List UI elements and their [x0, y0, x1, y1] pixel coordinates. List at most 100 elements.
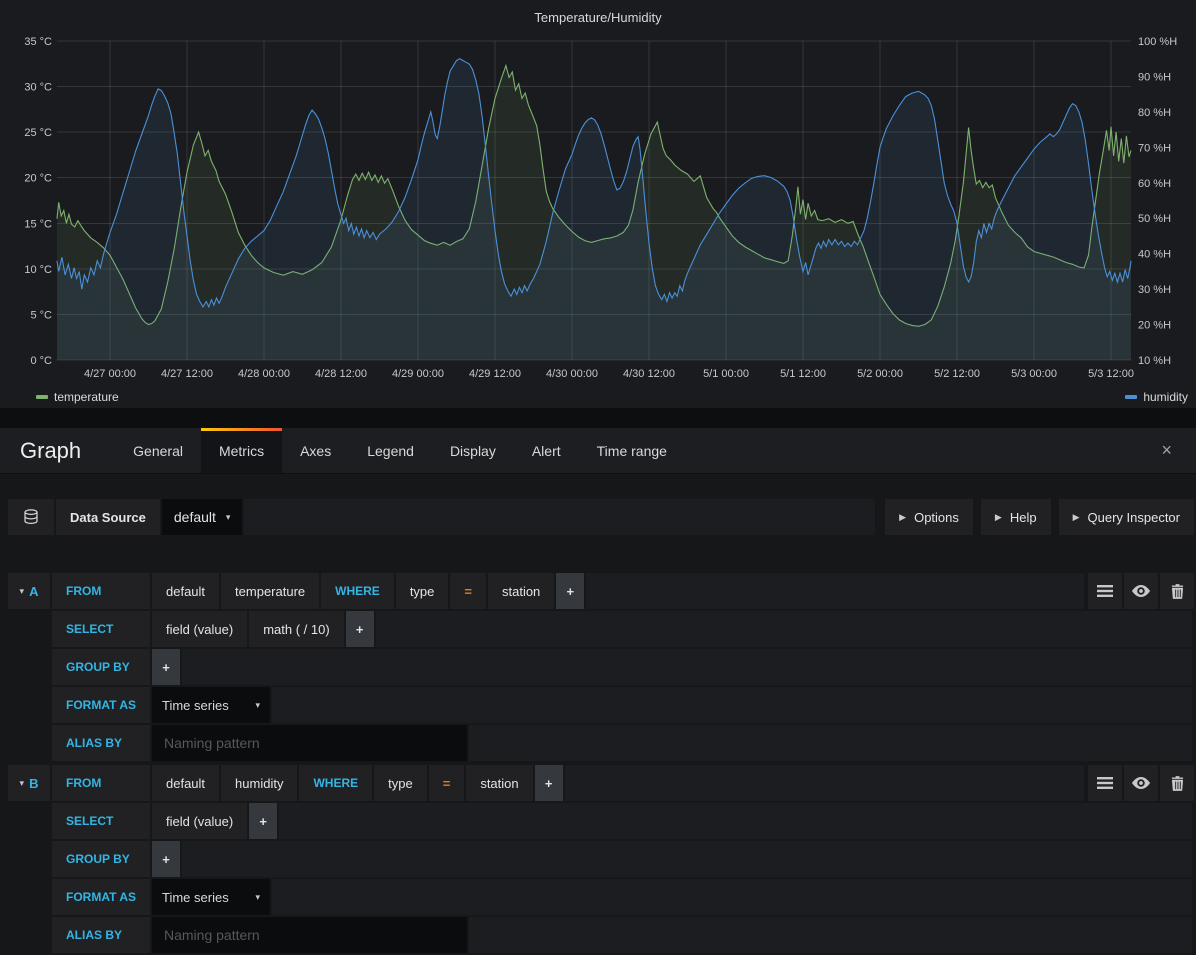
format-as-label: FORMAT AS: [52, 879, 150, 915]
select-segment-1[interactable]: math ( / 10): [249, 611, 343, 647]
y-right-tick-label: 30 %H: [1138, 284, 1171, 296]
group-by-label: GROUP BY: [52, 649, 150, 685]
legend-item-humidity[interactable]: humidity: [1125, 390, 1188, 404]
row-indent: [8, 611, 50, 647]
y-left-tick-label: 30 °C: [24, 82, 52, 94]
alias-by-input[interactable]: [152, 917, 467, 953]
format-as-label: FORMAT AS: [52, 687, 150, 723]
where-operator-segment[interactable]: =: [429, 765, 465, 801]
row-indent: [8, 649, 50, 685]
query-A-groupby-row: GROUP BY+: [8, 649, 1194, 685]
query-delete-button[interactable]: [1160, 765, 1194, 801]
query-A: ▾AFROMdefaulttemperatureWHEREtype=statio…: [8, 573, 1194, 761]
query-toggle-visibility-button[interactable]: [1124, 765, 1158, 801]
query-toggle-visibility-button[interactable]: [1124, 573, 1158, 609]
y-right-tick-label: 70 %H: [1138, 142, 1171, 154]
datasource-row: Data Source default ▾ ▶Options▶Help▶Quer…: [8, 499, 1194, 535]
query-ref-letter: A: [29, 584, 38, 599]
row-indent: [8, 841, 50, 877]
legend-swatch-temperature: [36, 395, 48, 399]
query-B-collapse-toggle[interactable]: ▾B: [8, 765, 50, 801]
where-key-segment[interactable]: type: [396, 573, 449, 609]
format-as-value: Time series: [162, 890, 229, 905]
tab-display[interactable]: Display: [432, 428, 514, 473]
graph-panel: 0 °C5 °C10 °C15 °C20 °C25 °C30 °C35 °C10…: [0, 0, 1196, 408]
y-right-tick-label: 10 %H: [1138, 355, 1171, 367]
trash-icon: [1171, 584, 1184, 599]
close-icon[interactable]: ×: [1161, 428, 1172, 473]
chevron-down-icon: ▾: [20, 778, 25, 789]
panel-title[interactable]: Temperature/Humidity: [0, 10, 1196, 25]
menu-icon: [1097, 776, 1113, 790]
where-label: WHERE: [321, 573, 394, 609]
where-operator-segment[interactable]: =: [450, 573, 486, 609]
where-add-button[interactable]: +: [535, 765, 563, 801]
x-tick-label: 5/2 00:00: [857, 368, 903, 380]
from-measurement-segment[interactable]: temperature: [221, 573, 319, 609]
query-inspector-button[interactable]: ▶Query Inspector: [1059, 499, 1194, 535]
eye-icon: [1132, 585, 1150, 597]
select-segment-0[interactable]: field (value): [152, 803, 247, 839]
select-segment-0[interactable]: field (value): [152, 611, 247, 647]
y-left-tick-label: 25 °C: [24, 127, 52, 139]
tab-time-range[interactable]: Time range: [579, 428, 685, 473]
format-as-value: Time series: [162, 698, 229, 713]
tab-axes[interactable]: Axes: [282, 428, 349, 473]
query-B-alias-row: ALIAS BY: [8, 917, 1194, 953]
query-A-from-row: ▾AFROMdefaulttemperatureWHEREtype=statio…: [8, 573, 1194, 609]
select-add-button[interactable]: +: [346, 611, 374, 647]
query-menu-button[interactable]: [1088, 573, 1122, 609]
group-by-add-button[interactable]: +: [152, 649, 180, 685]
query-delete-button[interactable]: [1160, 573, 1194, 609]
options-button[interactable]: ▶Options: [885, 499, 973, 535]
x-tick-label: 4/27 00:00: [84, 368, 136, 380]
group-by-add-button[interactable]: +: [152, 841, 180, 877]
format-as-select[interactable]: Time series▾: [152, 879, 270, 915]
triangle-right-icon: ▶: [1073, 512, 1080, 523]
tab-alert[interactable]: Alert: [514, 428, 579, 473]
where-key-segment[interactable]: type: [374, 765, 427, 801]
x-tick-label: 4/30 12:00: [623, 368, 675, 380]
datasource-label: Data Source: [56, 499, 160, 535]
menu-icon: [1097, 584, 1113, 598]
legend-item-temperature[interactable]: temperature: [36, 390, 119, 404]
from-label: FROM: [52, 573, 150, 609]
where-value-segment[interactable]: station: [488, 573, 554, 609]
tab-metrics[interactable]: Metrics: [201, 428, 282, 473]
database-icon: [8, 499, 54, 535]
from-policy-segment[interactable]: default: [152, 573, 219, 609]
where-add-button[interactable]: +: [556, 573, 584, 609]
row-filler: [586, 573, 1084, 609]
query-menu-button[interactable]: [1088, 765, 1122, 801]
format-as-select[interactable]: Time series▾: [152, 687, 270, 723]
query-A-collapse-toggle[interactable]: ▾A: [8, 573, 50, 609]
help-button[interactable]: ▶Help: [981, 499, 1051, 535]
x-tick-label: 4/29 00:00: [392, 368, 444, 380]
x-tick-label: 5/1 00:00: [703, 368, 749, 380]
query-ref-letter: B: [29, 776, 38, 791]
legend-label-humidity: humidity: [1143, 390, 1188, 404]
y-right-tick-label: 20 %H: [1138, 320, 1171, 332]
where-label: WHERE: [299, 765, 372, 801]
tab-legend[interactable]: Legend: [349, 428, 432, 473]
from-policy-segment[interactable]: default: [152, 765, 219, 801]
x-tick-label: 5/2 12:00: [934, 368, 980, 380]
select-add-button[interactable]: +: [249, 803, 277, 839]
row-filler: [279, 803, 1192, 839]
tab-general[interactable]: General: [115, 428, 201, 473]
where-value-segment[interactable]: station: [466, 765, 532, 801]
from-measurement-segment[interactable]: humidity: [221, 765, 297, 801]
datasource-select[interactable]: default ▾: [162, 499, 243, 535]
editor-panel-type: Graph: [0, 428, 115, 473]
group-by-label: GROUP BY: [52, 841, 150, 877]
query-B-select-row: SELECTfield (value)+: [8, 803, 1194, 839]
editor-tabs: GeneralMetricsAxesLegendDisplayAlertTime…: [115, 428, 685, 473]
row-filler: [272, 687, 1192, 723]
chart-canvas[interactable]: 0 °C5 °C10 °C15 °C20 °C25 °C30 °C35 °C10…: [0, 0, 1196, 408]
triangle-right-icon: ▶: [995, 512, 1002, 523]
alias-by-input[interactable]: [152, 725, 467, 761]
query-list: ▾AFROMdefaulttemperatureWHEREtype=statio…: [8, 573, 1194, 953]
x-tick-label: 4/29 12:00: [469, 368, 521, 380]
row-filler: [182, 649, 1192, 685]
y-right-tick-label: 80 %H: [1138, 107, 1171, 119]
